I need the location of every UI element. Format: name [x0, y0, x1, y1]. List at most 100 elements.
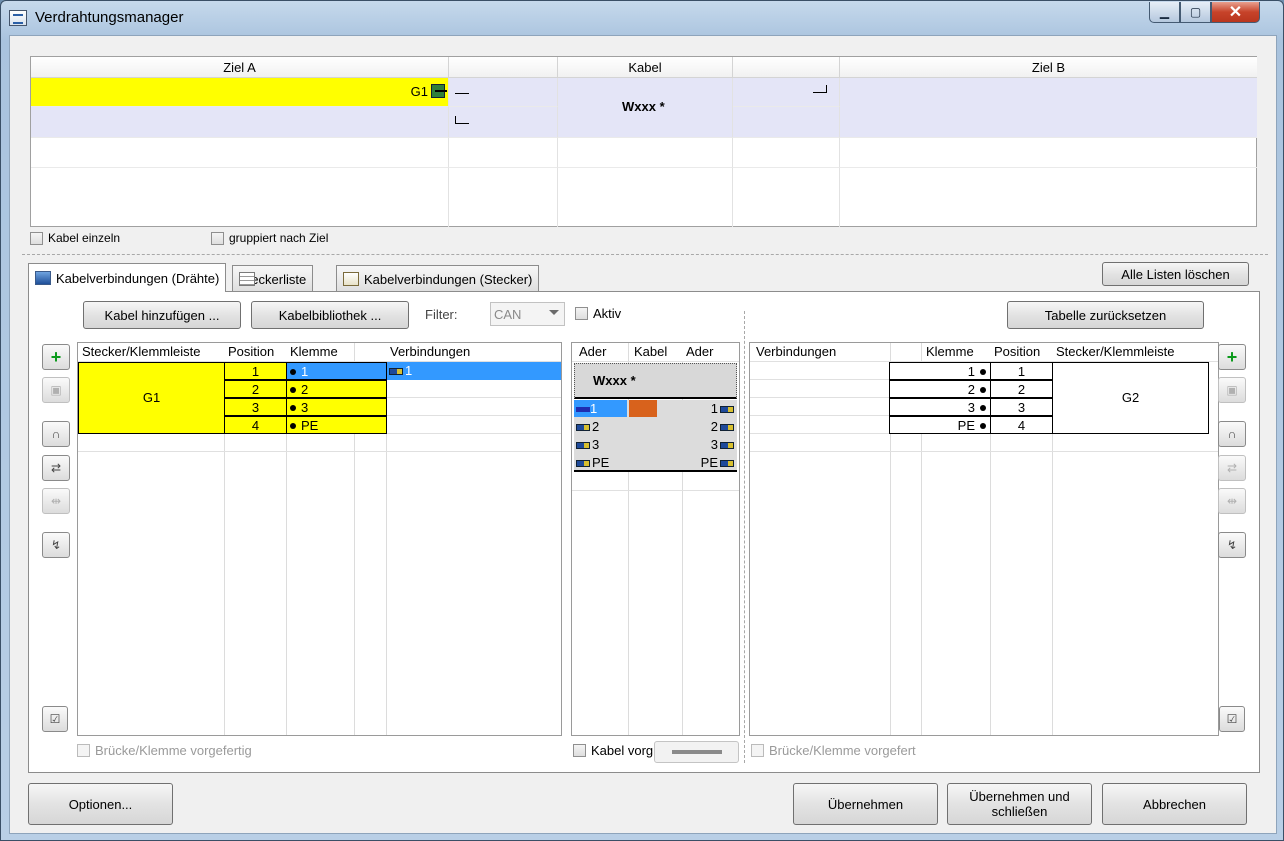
wire-start-cell[interactable]: [449, 78, 558, 107]
remove-connector-button-right[interactable]: ▣: [1218, 377, 1246, 403]
checkbox-box[interactable]: [30, 231, 43, 245]
route-wire-button[interactable]: ↯: [42, 532, 70, 558]
header-position[interactable]: Position: [224, 343, 275, 361]
remove-connector-button[interactable]: ▣: [42, 377, 70, 403]
stecker-cell[interactable]: G2: [1052, 362, 1209, 434]
header-position[interactable]: Position: [990, 343, 1041, 361]
stecker-cell[interactable]: G1: [78, 362, 225, 434]
optionen-button[interactable]: Optionen...: [28, 783, 173, 825]
ziel-a-cell[interactable]: G1: [31, 78, 449, 107]
close-button[interactable]: ✕: [1211, 2, 1260, 23]
check-all-button[interactable]: ☑: [42, 706, 68, 732]
klemme-cell[interactable]: 2: [286, 380, 387, 398]
verbindung-cell-selected[interactable]: 1: [387, 362, 561, 380]
position-cell[interactable]: 1: [990, 362, 1053, 380]
disconnect-wire-button[interactable]: ⇹: [42, 488, 70, 514]
header-kabel[interactable]: Kabel: [630, 343, 668, 361]
ader-b-cell[interactable]: 2: [684, 418, 736, 435]
header-ader-a[interactable]: Ader: [575, 343, 607, 361]
maximize-button[interactable]: ▢: [1180, 2, 1211, 23]
tabelle-zuruecksetzen-button[interactable]: Tabelle zurücksetzen: [1007, 301, 1204, 329]
wire-start-cell-2[interactable]: [449, 107, 558, 138]
ader-b-cell[interactable]: 1: [684, 400, 736, 417]
ziel-b-cell[interactable]: [840, 78, 1257, 138]
bridge-button[interactable]: ∩: [42, 421, 70, 447]
splitter-vertical[interactable]: [744, 311, 745, 763]
position-cell[interactable]: 1: [224, 362, 287, 380]
header-stecker[interactable]: Stecker/Klemmleiste: [1052, 343, 1175, 361]
add-connector-button-right[interactable]: +: [1218, 344, 1246, 370]
ader-a-cell[interactable]: 2: [574, 418, 627, 435]
checkbox-box[interactable]: [211, 231, 224, 245]
check-list-icon: ☑: [49, 712, 61, 726]
klemme-cell[interactable]: PE: [889, 416, 991, 434]
kabel-hinzufuegen-button[interactable]: Kabel hinzufügen ...: [83, 301, 241, 329]
header-kabel[interactable]: Kabel: [558, 57, 733, 78]
klemme-cell[interactable]: 3: [889, 398, 991, 416]
uebernehmen-und-schliessen-button[interactable]: Übernehmen und schließen: [947, 783, 1092, 825]
kabelbibliothek-button[interactable]: Kabelbibliothek ...: [251, 301, 409, 329]
checkbox-box[interactable]: [751, 744, 764, 757]
filter-select[interactable]: CAN: [490, 302, 565, 326]
wire-end-cell[interactable]: [733, 78, 840, 107]
abbrechen-button[interactable]: Abbrechen: [1102, 783, 1247, 825]
connect-wire-button[interactable]: ⇄: [42, 455, 70, 481]
gruppiert-checkbox[interactable]: gruppiert nach Ziel: [211, 231, 328, 245]
header-verbindungen[interactable]: Verbindungen: [752, 343, 837, 361]
bruecke-right-checkbox[interactable]: Brücke/Klemme vorgefert: [751, 743, 916, 758]
ader-b-cell[interactable]: 3: [684, 436, 736, 453]
header-klemme[interactable]: Klemme: [286, 343, 338, 361]
splitter[interactable]: [22, 254, 1268, 255]
uebernehmen-button[interactable]: Übernehmen: [793, 783, 938, 825]
tab-steckerliste[interactable]: Steckerliste: [232, 265, 314, 292]
cable-preview-button[interactable]: [654, 741, 739, 763]
add-connector-button[interactable]: +: [42, 344, 70, 370]
ziel-a-cell-2[interactable]: [31, 107, 449, 138]
klemme-cell-selected[interactable]: 1: [286, 362, 387, 380]
tab-kabelverbindungen-draehte[interactable]: Kabelverbindungen (Drähte): [28, 263, 227, 292]
klemme-cell[interactable]: 3: [286, 398, 387, 416]
klemme-cell[interactable]: 1: [889, 362, 991, 380]
kabel-einzeln-checkbox[interactable]: Kabel einzeln: [30, 231, 120, 245]
right-connection-grid[interactable]: Verbindungen Klemme Position Stecker/Kle…: [749, 342, 1219, 736]
header-klemme[interactable]: Klemme: [922, 343, 974, 361]
header-verbindungen[interactable]: Verbindungen: [386, 343, 471, 361]
check-all-button-right[interactable]: ☑: [1219, 706, 1245, 732]
bridge-button-right[interactable]: ∩: [1218, 421, 1246, 447]
kabel-vorg-checkbox[interactable]: Kabel vorg: [573, 743, 653, 758]
cable-wire-grid[interactable]: Ader Kabel Ader Wxxx * 1 1 2 2 3 3 PE PE: [571, 342, 740, 736]
position-cell[interactable]: 3: [990, 398, 1053, 416]
ader-a-cell-selected[interactable]: 1: [574, 400, 627, 417]
position-cell[interactable]: 2: [990, 380, 1053, 398]
klemme-cell[interactable]: 2: [889, 380, 991, 398]
checkbox-box[interactable]: [573, 744, 586, 757]
position-cell[interactable]: 4: [224, 416, 287, 434]
route-wire-button-right[interactable]: ↯: [1218, 532, 1246, 558]
alle-listen-loeschen-button[interactable]: Alle Listen löschen: [1102, 262, 1249, 286]
minimize-button[interactable]: ▁: [1149, 2, 1180, 23]
tab-kabelverbindungen-stecker[interactable]: Kabelverbindungen (Stecker): [336, 265, 540, 292]
header-stecker[interactable]: Stecker/Klemmleiste: [78, 343, 201, 361]
aktiv-checkbox[interactable]: Aktiv: [575, 306, 621, 321]
ader-a-cell[interactable]: PE: [574, 454, 627, 471]
bruecke-left-checkbox[interactable]: Brücke/Klemme vorgefertig: [77, 743, 252, 758]
ader-b-cell[interactable]: PE: [684, 454, 736, 471]
position-cell[interactable]: 3: [224, 398, 287, 416]
klemme-cell[interactable]: PE: [286, 416, 387, 434]
connect-wire-button-right[interactable]: ⇄: [1218, 455, 1246, 481]
position-cell[interactable]: 4: [990, 416, 1053, 434]
ader-a-cell[interactable]: 3: [574, 436, 627, 453]
disconnect-wire-button-right[interactable]: ⇹: [1218, 488, 1246, 514]
kabel-cell[interactable]: Wxxx *: [558, 78, 733, 138]
header-ziel-a[interactable]: Ziel A: [31, 57, 449, 78]
header-ader-b[interactable]: Ader: [682, 343, 714, 361]
checkbox-box[interactable]: [77, 744, 90, 757]
wire-end-cell-2[interactable]: [733, 107, 840, 138]
cable-header-cell[interactable]: Wxxx *: [574, 363, 737, 399]
position-cell[interactable]: 2: [224, 380, 287, 398]
kabel-color-cell[interactable]: [629, 400, 657, 417]
cable-overview-grid[interactable]: Ziel A Kabel Ziel B G1 Wxxx *: [30, 56, 1257, 227]
left-connection-grid[interactable]: Stecker/Klemmleiste Position Klemme Verb…: [77, 342, 562, 736]
checkbox-box[interactable]: [575, 307, 588, 320]
header-ziel-b[interactable]: Ziel B: [840, 57, 1257, 78]
